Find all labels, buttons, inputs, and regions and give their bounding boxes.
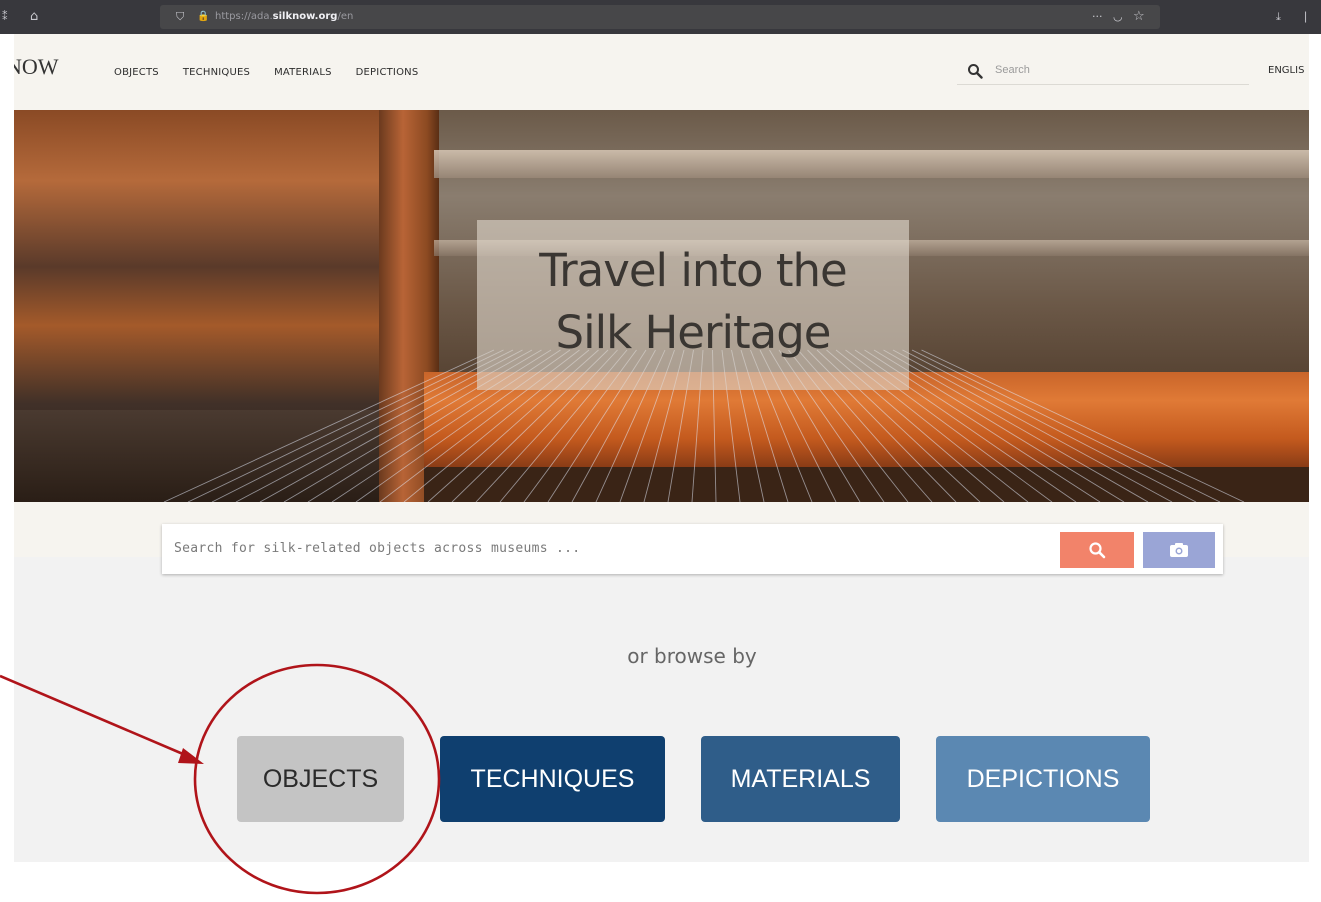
web-page: NOW OBJECTS TECHNIQUES MATERIALS DEPICTI… [14, 34, 1309, 862]
loom-thread [921, 349, 1245, 502]
hero-banner: Travel into the Silk Heritage [14, 110, 1309, 502]
site-logo[interactable]: NOW [14, 54, 59, 80]
nav-materials[interactable]: MATERIALS [274, 67, 332, 78]
main-search-input[interactable]: Search for silk-related objects across m… [174, 541, 580, 556]
hero-title-line-1: Travel into the [539, 244, 847, 297]
browse-materials-button[interactable]: MATERIALS [701, 736, 900, 822]
library-icon[interactable]: ❘ [1301, 9, 1310, 25]
header-search-placeholder: Search [995, 64, 1030, 76]
search-icon [1089, 542, 1106, 559]
more-icon[interactable]: ··· [1092, 9, 1103, 25]
language-selector[interactable]: ENGLIS [1268, 65, 1304, 76]
image-search-button[interactable] [1143, 532, 1215, 568]
pocket-icon[interactable]: ◡ [1113, 9, 1123, 25]
home-icon[interactable]: ⌂ [30, 9, 38, 25]
search-icon [968, 64, 983, 79]
header-search-input[interactable]: Search [957, 58, 1249, 85]
loom-thread [187, 349, 504, 502]
browse-depictions-button[interactable]: DEPICTIONS [936, 736, 1150, 822]
nav-objects[interactable]: OBJECTS [114, 67, 159, 78]
nav-depictions[interactable]: DEPICTIONS [356, 67, 419, 78]
download-icon[interactable]: ⤓ [1276, 9, 1281, 25]
site-header: NOW OBJECTS TECHNIQUES MATERIALS DEPICTI… [14, 34, 1309, 110]
loom-thread [883, 349, 1149, 502]
tab-edge-icon: ⁑ [2, 10, 8, 23]
main-nav: OBJECTS TECHNIQUES MATERIALS DEPICTIONS [114, 67, 442, 78]
shield-icon[interactable]: ⛉ [176, 9, 184, 25]
browser-toolbar: ⁑ ⌂ ⛉ 🔒 https://ada.silknow.org/en ··· ◡… [0, 0, 1321, 34]
loom-thread [163, 349, 495, 502]
camera-icon [1170, 543, 1188, 557]
browse-objects-button[interactable]: OBJECTS [237, 736, 404, 822]
lock-icon: 🔒 [197, 11, 210, 22]
loom-thread [902, 349, 1197, 502]
loom-thread [211, 349, 514, 502]
hero-title: Travel into the Silk Heritage [477, 240, 909, 364]
hero-title-line-2: Silk Heritage [555, 306, 832, 359]
browse-techniques-button[interactable]: TECHNIQUES [440, 736, 665, 822]
loom-thread [911, 349, 1221, 502]
browse-label: or browse by [627, 644, 757, 668]
url-text[interactable]: https://ada.silknow.org/en [215, 9, 353, 25]
star-icon[interactable]: ☆ [1133, 9, 1145, 25]
search-button[interactable] [1060, 532, 1134, 568]
main-search-bar: Search for silk-related objects across m… [162, 524, 1223, 574]
nav-techniques[interactable]: TECHNIQUES [183, 67, 250, 78]
loom-thread [892, 349, 1173, 502]
